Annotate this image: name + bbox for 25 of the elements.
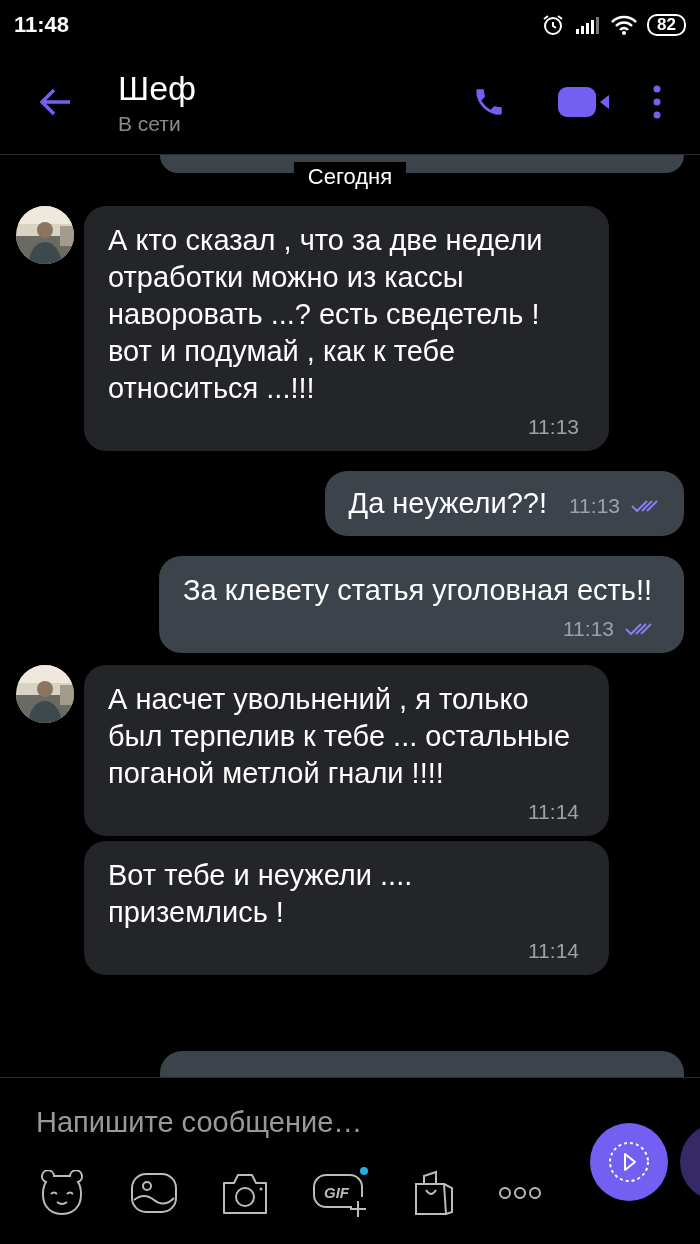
camera-icon[interactable]	[220, 1171, 270, 1215]
message-time: 11:14	[528, 800, 579, 824]
status-time: 11:48	[14, 12, 70, 38]
message-time: 11:13	[563, 617, 614, 641]
image-icon[interactable]	[130, 1172, 178, 1214]
message-time: 11:14	[528, 939, 579, 963]
message-text: Да неужели??!	[348, 486, 547, 521]
contact-name: Шеф	[118, 68, 198, 108]
message-text: А насчет увольнений , я только был терпелив к тебе ... остальные поганой метлой гнали !!!!	[108, 682, 572, 791]
message-text: Вот тебе и неужели .... приземлись !	[108, 858, 414, 930]
more-icon[interactable]	[498, 1186, 542, 1200]
shopping-bag-icon[interactable]	[412, 1170, 456, 1216]
play-icon	[607, 1140, 651, 1184]
message-time: 11:13	[569, 493, 620, 518]
video-camera-icon[interactable]	[558, 85, 610, 119]
message-text: А кто сказал , что за две недели отработки можно из кассы наворовать ...? есть сведетель ! вот и подумай , как к тебе относиться ...!!!	[108, 223, 544, 406]
contact-status: В сети	[118, 111, 182, 136]
signal-icon	[575, 15, 602, 35]
message-input[interactable]: Напишите сообщение…	[36, 1100, 556, 1145]
wifi-icon	[611, 15, 638, 35]
back-arrow-icon[interactable]	[38, 87, 72, 117]
battery-indicator: 82	[647, 14, 686, 36]
message-time: 11:13	[528, 415, 579, 439]
more-options-icon[interactable]	[652, 85, 662, 119]
message-text: За клевету статья уголовная есть!!	[183, 573, 654, 608]
